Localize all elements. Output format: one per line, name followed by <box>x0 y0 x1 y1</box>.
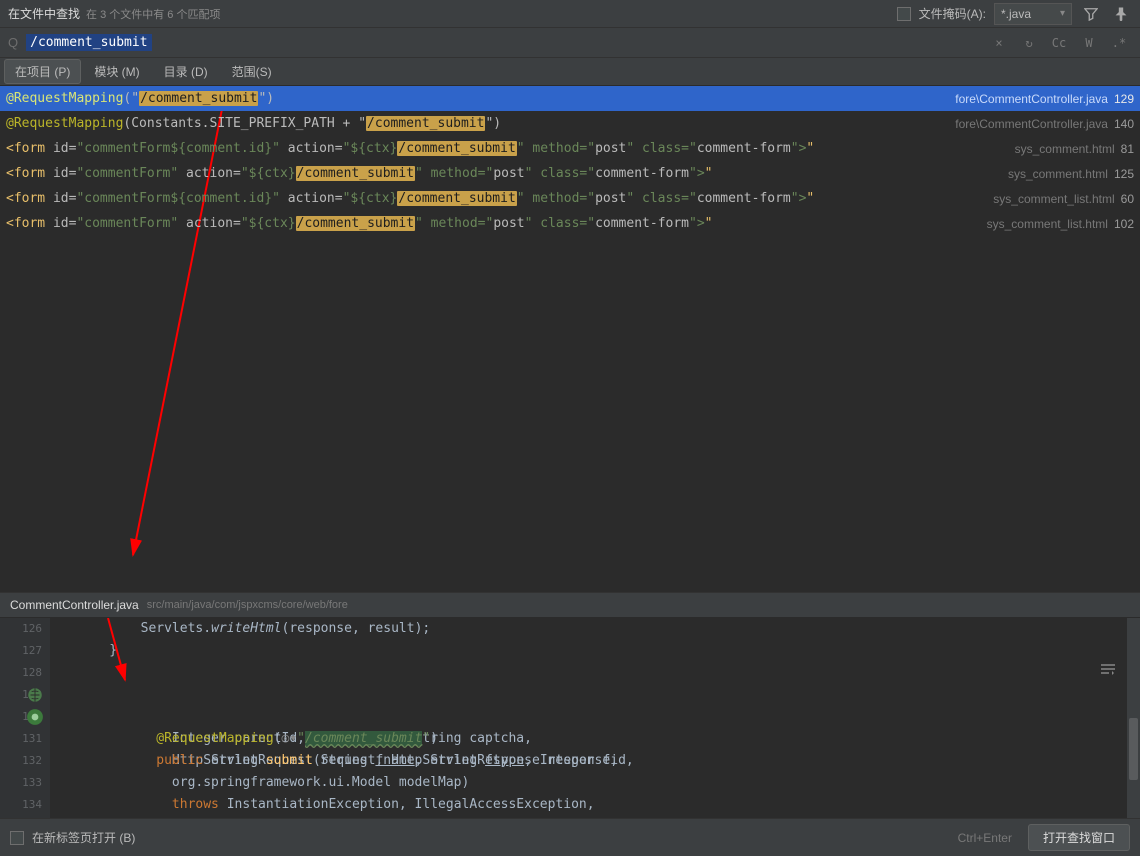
close-search-icon[interactable]: × <box>986 32 1012 54</box>
filter-icon[interactable] <box>1080 3 1102 25</box>
result-row[interactable]: @RequestMapping("/comment_submit")fore\C… <box>0 86 1140 111</box>
pin-icon[interactable] <box>1110 3 1132 25</box>
gutter-line: 126 <box>0 618 42 640</box>
whole-word-toggle[interactable]: W <box>1076 32 1102 54</box>
file-mask-input[interactable]: *.java ▾ <box>994 3 1072 25</box>
result-line-number: 129 <box>1114 92 1134 106</box>
match-case-toggle[interactable]: Cc <box>1046 32 1072 54</box>
header-title: 在文件中查找 <box>8 5 80 22</box>
result-row[interactable]: <form id="commentForm" action="${ctx}/co… <box>0 161 1140 186</box>
open-find-window-button[interactable]: 打开查找窗口 <box>1028 824 1130 851</box>
chevron-down-icon: ▾ <box>1060 8 1065 19</box>
run-gutter-icon[interactable] <box>26 708 44 726</box>
find-in-files-header: 在文件中查找 在 3 个文件中有 6 个匹配项 文件掩码(A): *.java … <box>0 0 1140 28</box>
result-file: fore\CommentController.java <box>955 92 1108 106</box>
result-line-number: 125 <box>1114 167 1134 181</box>
tab-scope[interactable]: 范围(S) <box>221 59 283 84</box>
preview-path: src/main/java/com/jspxcms/core/web/fore <box>147 599 348 611</box>
search-row: Q /comment_submit × ↻ Cc W .* <box>0 28 1140 58</box>
result-line-number: 102 <box>1114 217 1134 231</box>
tab-in-project[interactable]: 在项目 (P) <box>4 59 81 84</box>
file-mask-checkbox[interactable] <box>897 7 911 21</box>
header-subtitle: 在 3 个文件中有 6 个匹配项 <box>86 6 220 22</box>
open-new-tab-checkbox[interactable] <box>10 831 24 845</box>
file-mask-label: 文件掩码(A): <box>919 5 986 22</box>
earth-icon <box>26 686 44 704</box>
gutter-line: 131 <box>0 728 42 750</box>
annotation-arrow-2 <box>50 618 250 708</box>
result-row[interactable]: <form id="commentForm" action="${ctx}/co… <box>0 211 1140 236</box>
gutter-line: 127 <box>0 640 42 662</box>
tab-module[interactable]: 模块 (M) <box>83 59 150 84</box>
tab-directory[interactable]: 目录 (D) <box>153 59 219 84</box>
regex-toggle[interactable]: .* <box>1106 32 1132 54</box>
file-mask-value: *.java <box>1001 7 1031 21</box>
search-icon: Q <box>8 35 18 50</box>
open-new-tab-label: 在新标签页打开 (B) <box>32 829 135 846</box>
result-file: sys_comment.html <box>1015 142 1115 156</box>
result-file: fore\CommentController.java <box>955 117 1108 131</box>
result-line-number: 81 <box>1121 142 1134 156</box>
history-icon[interactable]: ↻ <box>1016 32 1042 54</box>
result-line-number: 60 <box>1121 192 1134 206</box>
results-list: @RequestMapping("/comment_submit")fore\C… <box>0 86 1140 592</box>
code-preview: 126 127 128 129 130 131 132 133 134 Serv… <box>0 618 1140 818</box>
footer: 在新标签页打开 (B) Ctrl+Enter 打开查找窗口 <box>0 818 1140 856</box>
result-file: sys_comment_list.html <box>987 217 1108 231</box>
result-row[interactable]: <form id="commentForm${comment.id}" acti… <box>0 136 1140 161</box>
result-file: sys_comment_list.html <box>993 192 1114 206</box>
gutter-line: 128 <box>0 662 42 684</box>
search-input[interactable]: /comment_submit <box>26 34 151 51</box>
scope-tabs: 在项目 (P) 模块 (M) 目录 (D) 范围(S) <box>0 58 1140 86</box>
result-file: sys_comment.html <box>1008 167 1108 181</box>
result-row[interactable]: @RequestMapping(Constants.SITE_PREFIX_PA… <box>0 111 1140 136</box>
result-row[interactable]: <form id="commentForm${comment.id}" acti… <box>0 186 1140 211</box>
soft-wrap-icon[interactable] <box>1098 660 1120 678</box>
editor-scrollbar[interactable] <box>1126 618 1140 818</box>
shortcut-hint: Ctrl+Enter <box>958 831 1012 845</box>
preview-header: CommentController.java src/main/java/com… <box>0 592 1140 618</box>
result-line-number: 140 <box>1114 117 1134 131</box>
gutter-line: 133 <box>0 772 42 794</box>
preview-filename: CommentController.java <box>10 598 139 612</box>
gutter-line: 134 <box>0 794 42 816</box>
gutter-line: 132 <box>0 750 42 772</box>
